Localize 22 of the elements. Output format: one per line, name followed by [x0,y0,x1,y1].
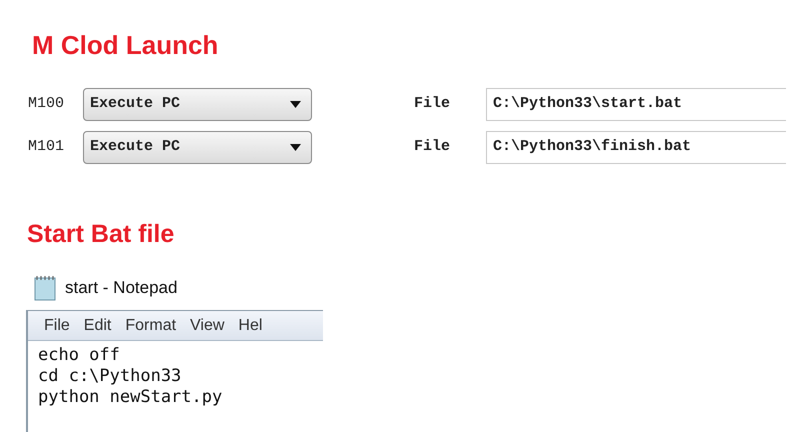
section-heading: M Clod Launch [32,29,218,62]
menu-item[interactable]: View [190,314,224,338]
caret-icon [290,101,301,108]
menu-item[interactable]: File [44,314,70,338]
action-dropdown[interactable]: Execute PC [83,88,312,121]
notepad-icon [33,275,57,301]
caret-icon [290,144,301,151]
code-line: echo off [38,345,120,366]
row-code: M100 [28,94,66,114]
menu-item[interactable]: Hel [238,314,262,338]
file-label: File [414,137,452,158]
menu-item[interactable]: Edit [84,314,112,338]
window-title: start - Notepad [65,277,178,300]
code-line: cd c:\Python33 [38,366,182,387]
row-code: M101 [28,137,66,158]
action-dropdown[interactable]: Execute PC [83,131,312,164]
file-path-field[interactable]: C:\Python33\start.bat [486,88,786,121]
file-label: File [414,94,452,114]
menu-item[interactable]: Format [125,314,176,338]
file-path-field[interactable]: C:\Python33\finish.bat [486,131,786,164]
section-heading: Start Bat file [27,219,174,250]
code-line: python newStart.py [38,387,222,408]
